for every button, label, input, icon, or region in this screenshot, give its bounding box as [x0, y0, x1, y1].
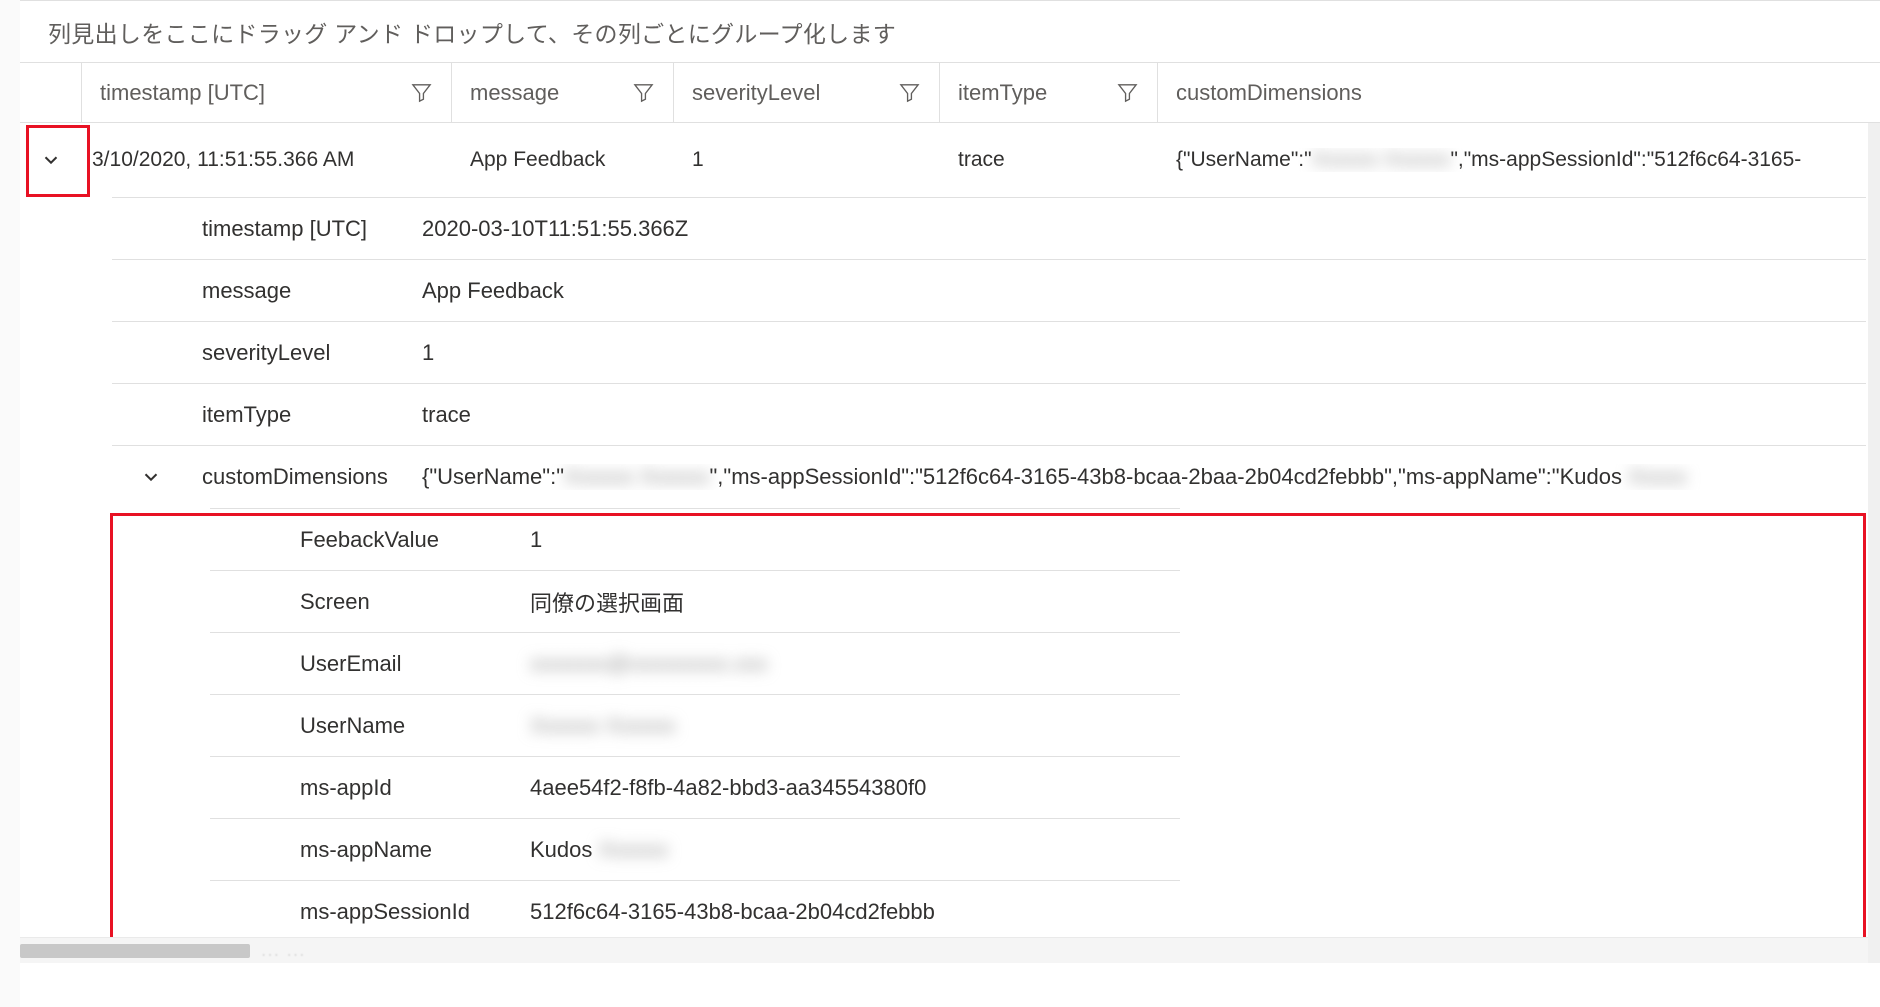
chevron-down-icon [40, 149, 62, 171]
grid-body: 3/10/2020, 11:51:55.366 AM App Feedback … [20, 123, 1880, 963]
filter-icon[interactable] [410, 81, 433, 104]
cell-timestamp: 3/10/2020, 11:51:55.366 AM [82, 148, 452, 172]
dim-value: 4aee54f2-f8fb-4a82-bbd3-aa34554380f0 [530, 775, 1180, 801]
column-header-row: timestamp [UTC] message severityLevel it… [20, 63, 1880, 123]
dim-label: UserName [300, 713, 530, 739]
dim-row-msappsessionid: ms-appSessionId 512f6c64-3165-43b8-bcaa-… [210, 881, 1180, 943]
detail-value: App Feedback [422, 278, 1866, 304]
cell-itemtype: trace [940, 148, 1158, 172]
column-header-message[interactable]: message [452, 63, 674, 122]
detail-label: severityLevel [112, 340, 422, 366]
customdimensions-expand-toggle[interactable] [112, 466, 202, 488]
redacted-text: Xxxxxx [599, 837, 669, 862]
faded-overflow-text: … … [260, 938, 1858, 963]
dim-row-screen: Screen 同僚の選択画面 [210, 571, 1180, 633]
redacted-text: Xxxxxx Xxxxxx [564, 464, 709, 489]
results-grid: 列見出しをここにドラッグ アンド ドロップして、その列ごとにグループ化します t… [20, 0, 1880, 1007]
vertical-scrollbar[interactable] [1868, 123, 1880, 963]
dim-row-username: UserName Xxxxxx Xxxxxx [210, 695, 1180, 757]
column-header-label: itemType [958, 80, 1047, 106]
column-header-label: message [470, 80, 559, 106]
pane-drag-handle[interactable] [0, 372, 2, 402]
customdimensions-properties: FeebackValue 1 Screen 同僚の選択画面 UserEmail … [210, 508, 1180, 943]
redacted-text: Xxxxxx Xxxxxx [1312, 148, 1451, 171]
dim-row-feedbackvalue: FeebackValue 1 [210, 509, 1180, 571]
detail-row-severitylevel: severityLevel 1 [112, 322, 1866, 384]
detail-label: itemType [112, 402, 422, 428]
column-header-label: customDimensions [1176, 80, 1362, 106]
dim-label: ms-appName [300, 837, 530, 863]
group-by-hint: 列見出しをここにドラッグ アンド ドロップして、その列ごとにグループ化します [48, 15, 896, 49]
group-by-dropzone[interactable]: 列見出しをここにドラッグ アンド ドロップして、その列ごとにグループ化します [20, 1, 1880, 63]
dim-row-msappid: ms-appId 4aee54f2-f8fb-4a82-bbd3-aa34554… [210, 757, 1180, 819]
filter-icon[interactable] [1116, 81, 1139, 104]
table-row[interactable]: 3/10/2020, 11:51:55.366 AM App Feedback … [20, 123, 1880, 197]
detail-value: {"UserName":"Xxxxxx Xxxxxx","ms-appSessi… [422, 464, 1866, 490]
cell-customdimensions: {"UserName":"Xxxxxx Xxxxxx","ms-appSessi… [1158, 148, 1880, 172]
filter-icon[interactable] [898, 81, 921, 104]
column-header-timestamp[interactable]: timestamp [UTC] [82, 63, 452, 122]
dim-label: Screen [300, 589, 530, 615]
column-header-label: severityLevel [692, 80, 820, 106]
column-header-expand [20, 63, 82, 122]
redacted-text: Xxxxxx Xxxxxx [530, 713, 675, 738]
row-expand-toggle[interactable] [20, 123, 82, 197]
dim-value: 同僚の選択画面 [530, 586, 1180, 618]
column-header-severitylevel[interactable]: severityLevel [674, 63, 940, 122]
dim-row-useremail: UserEmail xxxxxxx@xxxxxxxxx.xxx [210, 633, 1180, 695]
column-header-label: timestamp [UTC] [100, 80, 265, 106]
dim-value: Kudos Xxxxxx [530, 837, 1180, 863]
detail-value: trace [422, 402, 1866, 428]
chevron-down-icon [140, 466, 162, 488]
detail-row-itemtype: itemType trace [112, 384, 1866, 446]
dim-value: 512f6c64-3165-43b8-bcaa-2b04cd2febbb [530, 899, 1180, 925]
detail-label: message [112, 278, 422, 304]
redacted-text: xxxxxxx@xxxxxxxxx.xxx [530, 651, 767, 676]
dim-value: xxxxxxx@xxxxxxxxx.xxx [530, 651, 1180, 677]
horizontal-scrollbar-track[interactable]: … … [20, 937, 1868, 963]
horizontal-scrollbar-thumb[interactable] [20, 944, 250, 958]
dim-row-msappname: ms-appName Kudos Xxxxxx [210, 819, 1180, 881]
filter-icon[interactable] [632, 81, 655, 104]
detail-value: 1 [422, 340, 1866, 366]
column-header-customdimensions[interactable]: customDimensions [1158, 63, 1880, 122]
dim-value: 1 [530, 527, 1180, 553]
dim-label: ms-appSessionId [300, 899, 530, 925]
dim-label: UserEmail [300, 651, 530, 677]
detail-row-message: message App Feedback [112, 260, 1866, 322]
cell-message: App Feedback [452, 148, 674, 172]
cell-severitylevel: 1 [674, 148, 940, 172]
detail-value: 2020-03-10T11:51:55.366Z [422, 216, 1866, 242]
dim-label: ms-appId [300, 775, 530, 801]
dim-value: Xxxxxx Xxxxxx [530, 713, 1180, 739]
column-header-itemtype[interactable]: itemType [940, 63, 1158, 122]
detail-row-customdimensions[interactable]: customDimensions {"UserName":"Xxxxxx Xxx… [112, 446, 1866, 508]
detail-label: timestamp [UTC] [112, 216, 422, 242]
detail-row-timestamp: timestamp [UTC] 2020-03-10T11:51:55.366Z [112, 198, 1866, 260]
detail-label: customDimensions [202, 464, 422, 490]
dim-label: FeebackValue [300, 527, 530, 553]
row-detail-panel: timestamp [UTC] 2020-03-10T11:51:55.366Z… [112, 197, 1866, 508]
redacted-text: Xxxxx [1628, 464, 1687, 489]
